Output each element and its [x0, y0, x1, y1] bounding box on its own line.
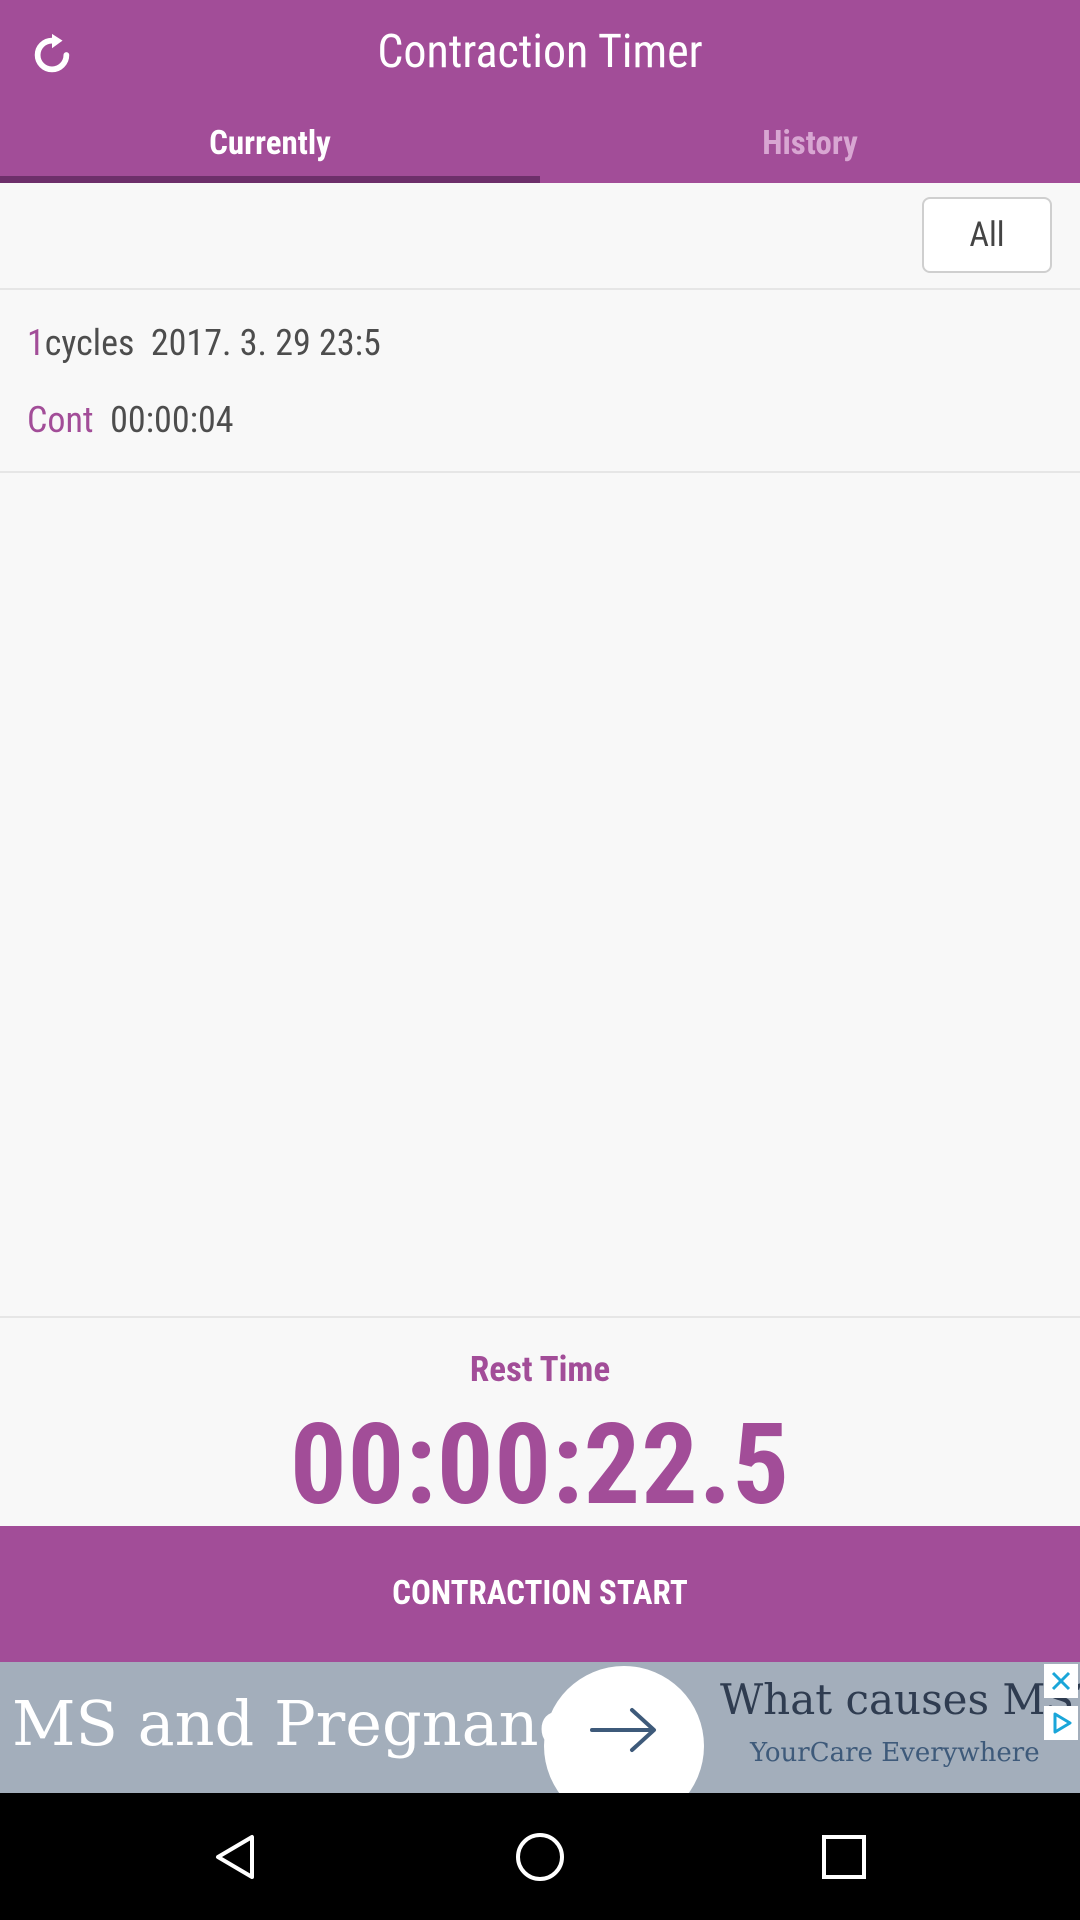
contraction-label: Cont: [27, 399, 94, 441]
nav-back-button[interactable]: [200, 1821, 272, 1893]
back-icon: [216, 1835, 254, 1879]
rest-time-label: Rest Time: [469, 1349, 611, 1390]
recents-icon: [822, 1835, 866, 1879]
home-icon: [516, 1833, 564, 1881]
ad-banner[interactable]: MS and Pregnancy What causes MS? YourCar…: [0, 1662, 1080, 1793]
active-tab-indicator: [0, 176, 540, 183]
rest-time-section: Rest Time 00:00:22.5: [0, 1316, 1080, 1528]
all-filter-button[interactable]: All: [922, 197, 1052, 273]
nav-recents-button[interactable]: [808, 1821, 880, 1893]
ad-choices-button[interactable]: [1044, 1706, 1078, 1740]
tab-currently[interactable]: Currently: [0, 116, 540, 183]
ad-subtext: YourCare Everywhere: [750, 1738, 1040, 1768]
ad-title: MS and Pregnancy: [12, 1687, 609, 1760]
ad-headline: What causes MS?: [720, 1675, 1080, 1724]
contraction-duration: 00:00:04: [110, 399, 234, 441]
cycle-count: 1: [27, 322, 45, 364]
ad-close-button[interactable]: [1044, 1664, 1078, 1698]
app-title: Contraction Timer: [377, 25, 703, 79]
contraction-start-button[interactable]: CONTRACTION START: [0, 1526, 1080, 1662]
cycle-summary-row: 1cycles 2017. 3. 29 23:5: [27, 320, 381, 366]
app-header: Contraction Timer Currently History: [0, 0, 1080, 183]
tab-history[interactable]: History: [540, 116, 1080, 183]
rest-time-display: 00:00:22.5: [290, 1400, 790, 1531]
ad-choices-icon: [1053, 1712, 1072, 1734]
nav-home-button[interactable]: [504, 1821, 576, 1893]
close-icon: [1051, 1671, 1071, 1691]
cycle-timestamp: 2017. 3. 29 23:5: [150, 322, 381, 364]
filter-bar: All: [0, 183, 1080, 290]
contraction-row: Cont 00:00:04: [27, 397, 234, 443]
system-navigation-bar: [0, 1793, 1080, 1920]
cycle-entry: 1cycles 2017. 3. 29 23:5 Cont 00:00:04: [0, 290, 1080, 473]
cycle-unit: cycles: [44, 322, 135, 364]
arrow-right-icon: [590, 1708, 656, 1752]
